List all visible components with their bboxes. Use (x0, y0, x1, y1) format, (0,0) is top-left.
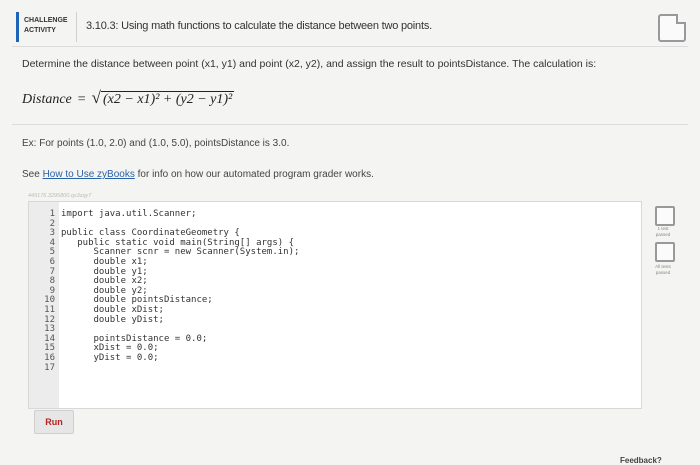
see-help-text: See How to Use zyBooks for info on how o… (22, 169, 374, 180)
header-divider (76, 12, 77, 42)
sqrt-icon: √ (91, 88, 102, 107)
run-button[interactable]: Run (34, 410, 74, 434)
code-text[interactable]: yDist = 0.0; (61, 353, 159, 363)
code-editor[interactable]: 1 import java.util.Scanner; 2 3 public class… (28, 201, 642, 409)
header-rule (12, 46, 688, 47)
code-text[interactable]: Scanner scnr = new Scanner(System.in); (61, 247, 300, 258)
challenge-activity-tag: CHALLENGE ACTIVITY (24, 14, 72, 42)
code-text[interactable]: double yDist; (61, 315, 164, 325)
formula-rule (12, 124, 688, 125)
code-text[interactable]: double x1; (61, 257, 148, 267)
tag-line-1: CHALLENGE (24, 17, 68, 24)
activity-accent-bar (16, 12, 19, 42)
code-text[interactable]: public class CoordinateGeometry { (61, 228, 240, 238)
code-text[interactable]: double y2; (61, 286, 148, 296)
activity-title: 3.10.3: Using math functions to calculat… (86, 20, 432, 32)
code-text[interactable]: double x2; (61, 276, 148, 286)
see-prefix: See (22, 169, 43, 180)
all-tests-label: All tests passed (645, 264, 681, 276)
code-content[interactable]: 1 import java.util.Scanner; 2 3 public class… (29, 209, 300, 374)
distance-formula: Distance = √ (x2 − x1)² + (y2 − y1)² (22, 88, 235, 108)
code-text[interactable]: double xDist; (61, 305, 164, 315)
test-result-label: 1 test passed (645, 226, 681, 238)
code-text[interactable]: pointsDistance = 0.0; (61, 334, 208, 344)
completion-badge-icon (658, 14, 686, 42)
problem-description: Determine the distance between point (x1… (22, 58, 597, 70)
line-number: 17 (44, 362, 55, 373)
test-result-icon (655, 206, 675, 226)
code-text[interactable]: double pointsDistance; (61, 295, 213, 306)
example-text: Ex: For points (1.0, 2.0) and (1.0, 5.0)… (22, 138, 290, 149)
formula-lhs: Distance (22, 92, 72, 107)
code-line: 12 double yDist; (29, 315, 299, 326)
code-text[interactable]: double y1; (61, 267, 148, 277)
all-tests-line2: passed (655, 270, 671, 275)
code-line: 16 yDist = 0.0; (29, 353, 299, 364)
all-tests-icon (655, 242, 675, 262)
code-text[interactable]: public static void main(String[] args) { (61, 238, 294, 248)
formula-radicand: (x2 − x1)² + (y2 − y1)² (101, 91, 235, 107)
how-to-use-zybooks-link[interactable]: How to Use zyBooks (43, 169, 135, 180)
code-text[interactable]: xDist = 0.0; (61, 343, 159, 354)
see-suffix: for info on how our automated program gr… (134, 169, 374, 180)
code-line: 17 (29, 362, 299, 374)
formula-equals: = (77, 92, 86, 107)
code-text[interactable]: import java.util.Scanner; (61, 209, 196, 219)
activity-meta-id: 449176.3295800.qx3zqy7 (28, 193, 92, 199)
test-result-line2: passed (655, 232, 671, 237)
code-line: 1 import java.util.Scanner; (29, 209, 299, 220)
tag-line-2: ACTIVITY (24, 27, 56, 34)
